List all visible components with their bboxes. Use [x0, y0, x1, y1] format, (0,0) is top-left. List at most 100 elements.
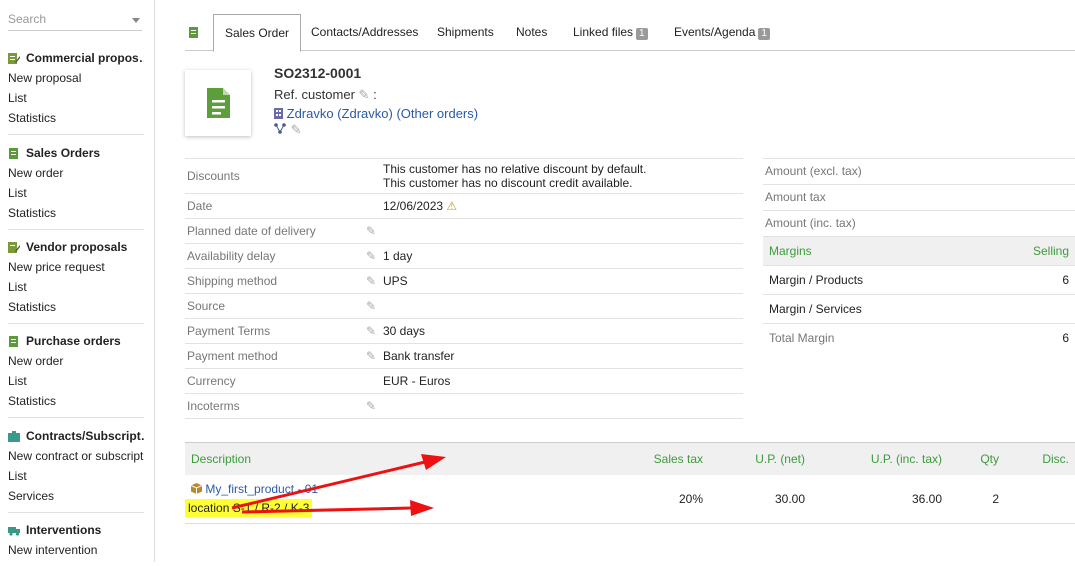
- field-row-currency: Currency EUR - Euros: [185, 368, 743, 394]
- tab-contacts-addresses[interactable]: Contacts/Addresses: [300, 14, 429, 50]
- field-label: Currency: [185, 368, 361, 394]
- edit-pencil-icon[interactable]: ✎: [361, 243, 381, 269]
- tab-sales-order[interactable]: Sales Order: [213, 14, 302, 52]
- menu-item-vendor-proposal-list[interactable]: List: [8, 277, 144, 297]
- margins-header: Margins Selling: [763, 236, 1075, 266]
- field-row-payment-terms: Payment Terms ✎ 30 days: [185, 318, 743, 344]
- field-label: Date: [185, 193, 361, 219]
- menu-section-purchase-orders: Purchase orders New order List Statistic…: [8, 331, 144, 418]
- field-row-incoterms: Incoterms ✎: [185, 393, 743, 419]
- ref-customer-separator: :: [373, 87, 377, 102]
- proposal-icon: [8, 52, 20, 64]
- edit-pencil-icon[interactable]: ✎: [361, 218, 381, 244]
- warning-icon: ⚠: [446, 199, 458, 213]
- field-label: Source: [185, 293, 361, 319]
- field-value: Bank transfer: [381, 343, 743, 369]
- tab-order-icon[interactable]: [185, 14, 203, 50]
- field-value: [381, 393, 743, 419]
- thirdparty-link[interactable]: Zdravko (Zdravko): [287, 106, 393, 121]
- edit-pencil-icon[interactable]: ✎: [361, 293, 381, 319]
- field-value: [381, 293, 743, 319]
- col-discount: Disc.: [1005, 443, 1075, 475]
- menu-item-proposal-list[interactable]: List: [8, 88, 144, 108]
- truck-icon: [8, 526, 20, 536]
- field-label: Payment Terms: [185, 318, 361, 344]
- col-up-inc-tax: U.P. (inc. tax): [811, 443, 948, 475]
- edit-pencil-icon[interactable]: ✎: [361, 318, 381, 344]
- field-label: Payment method: [185, 343, 361, 369]
- col-up-net: U.P. (net): [709, 443, 811, 475]
- menu-item-purchase-order-list[interactable]: List: [8, 371, 144, 391]
- field-row-source: Source ✎: [185, 293, 743, 319]
- menu-title-sales-orders[interactable]: Sales Orders: [8, 143, 144, 163]
- menu-item-new-price-request[interactable]: New price request: [8, 257, 144, 277]
- field-row-availability-delay: Availability delay ✎ 1 day: [185, 243, 743, 269]
- margin-value: 6: [977, 265, 1075, 295]
- menu-title-interventions[interactable]: Interventions: [8, 520, 144, 540]
- margin-row-services: Margin / Services: [763, 294, 1075, 324]
- menu-title-vendor-proposals[interactable]: Vendor proposals: [8, 237, 144, 257]
- search-select[interactable]: Search: [8, 12, 142, 31]
- field-row-shipping-method: Shipping method ✎ UPS: [185, 268, 743, 294]
- project-icon[interactable]: [274, 123, 287, 134]
- other-orders-link[interactable]: (Other orders): [396, 106, 478, 121]
- field-value: 30 days: [381, 318, 743, 344]
- field-row-payment-method: Payment method ✎ Bank transfer: [185, 343, 743, 369]
- menu-item-order-list[interactable]: List: [8, 183, 144, 203]
- field-value: EUR - Euros: [381, 368, 743, 394]
- margins-table: Margins Selling Margin / Products 6 Marg…: [763, 236, 1075, 352]
- edit-pencil-icon[interactable]: ✎: [361, 343, 381, 369]
- tab-events-agenda[interactable]: Events/Agenda 1: [663, 14, 781, 50]
- col-description: Description: [185, 443, 617, 475]
- order-logo: [185, 70, 251, 136]
- field-value: UPS: [381, 268, 743, 294]
- tab-shipments[interactable]: Shipments: [426, 14, 505, 50]
- col-sales-tax: Sales tax: [617, 443, 709, 475]
- menu-section-interventions: Interventions New intervention: [8, 520, 144, 566]
- company-icon: [274, 108, 283, 119]
- menu-item-vendor-proposal-statistics[interactable]: Statistics: [8, 297, 144, 317]
- menu-title-purchase-orders[interactable]: Purchase orders: [8, 331, 144, 351]
- discount-note-2: This customer has no discount credit ava…: [383, 176, 633, 190]
- order-lines: Description Sales tax U.P. (net) U.P. (i…: [185, 442, 1075, 524]
- edit-project-icon[interactable]: ✎: [291, 122, 302, 137]
- search-placeholder: Search: [8, 12, 47, 26]
- field-row-discounts: Discounts This customer has no relative …: [185, 158, 743, 194]
- menu-item-new-order[interactable]: New order: [8, 163, 144, 183]
- margin-value: 6: [977, 323, 1075, 352]
- edit-ref-customer-icon[interactable]: ✎: [359, 87, 370, 102]
- menu-title-contracts[interactable]: Contracts/Subscript…: [8, 426, 144, 446]
- chevron-down-icon[interactable]: [132, 18, 140, 23]
- product-link[interactable]: My_first_product - 01: [205, 482, 318, 496]
- discount-note-1: This customer has no relative discount b…: [383, 162, 647, 176]
- menu-item-contract-list[interactable]: List: [8, 466, 144, 486]
- vendor-proposal-icon: [8, 241, 20, 253]
- line-up-net: 30.00: [709, 475, 811, 524]
- margin-label: Total Margin: [763, 323, 978, 352]
- edit-pencil-icon[interactable]: ✎: [361, 268, 381, 294]
- tab-linked-files[interactable]: Linked files 1: [562, 14, 659, 50]
- menu-item-new-intervention[interactable]: New intervention: [8, 540, 144, 560]
- amount-tax-label: Amount tax: [763, 184, 1075, 210]
- menu-item-order-statistics[interactable]: Statistics: [8, 203, 144, 223]
- purchase-order-icon: [9, 335, 18, 347]
- order-document-icon: [207, 88, 230, 118]
- menu-item-proposal-statistics[interactable]: Statistics: [8, 108, 144, 128]
- menu-item-new-purchase-order[interactable]: New order: [8, 351, 144, 371]
- line-qty: 2: [948, 475, 1005, 524]
- margins-header-selling: Selling: [977, 236, 1075, 266]
- line-note-highlighted: location S-1 / R-2 / K-3: [185, 499, 313, 517]
- order-icon: [189, 27, 198, 39]
- order-ref-block: SO2312-0001 Ref. customer ✎ : Zdravko (Z…: [274, 64, 478, 139]
- menu-item-new-proposal[interactable]: New proposal: [8, 68, 144, 88]
- field-value: 12/06/2023 ⚠: [381, 193, 743, 219]
- menu-item-services[interactable]: Services: [8, 486, 144, 506]
- menu-item-new-contract[interactable]: New contract or subscript…: [8, 446, 144, 466]
- menu-title-commercial-proposals[interactable]: Commercial propos…: [8, 48, 144, 68]
- order-line-row: My_first_product - 01 location S-1 / R-2…: [185, 475, 1075, 524]
- tab-notes[interactable]: Notes: [505, 14, 558, 50]
- menu-item-purchase-order-statistics[interactable]: Statistics: [8, 391, 144, 411]
- field-label: Planned date of delivery: [185, 218, 361, 244]
- edit-pencil-icon[interactable]: ✎: [361, 393, 381, 419]
- line-sales-tax: 20%: [617, 475, 709, 524]
